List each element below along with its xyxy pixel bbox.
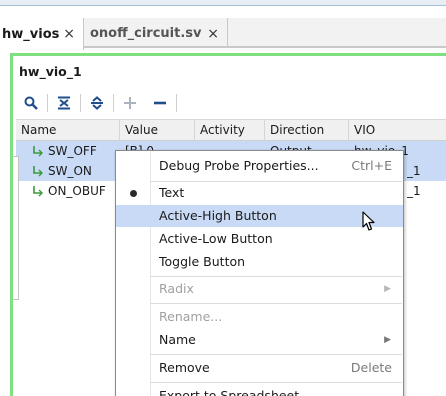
signal-icon (33, 146, 43, 157)
radio-bullet-icon (130, 190, 137, 197)
menu-item-label: Debug Probe Properties... (159, 158, 319, 173)
signal-name-cell: SW_ON (32, 161, 124, 181)
menu-item-name[interactable]: Name ▶ (116, 329, 403, 351)
add-icon[interactable] (115, 91, 145, 115)
menu-item-label: Active-High Button (159, 208, 277, 223)
menu-item-rename[interactable]: Rename... (116, 306, 403, 328)
menu-item-export-to-spreadsheet[interactable]: Export to Spreadsheet... (116, 385, 403, 396)
window-top-strip (0, 0, 446, 6)
close-icon[interactable]: × (63, 26, 75, 42)
menu-item-text[interactable]: Text (116, 182, 403, 204)
tab-hw-vios[interactable]: hw_vios × (0, 18, 84, 50)
menu-item-label: Rename... (159, 309, 223, 324)
table-header: Name Value Activity Direction VIO (16, 119, 446, 142)
signal-name-cell: ON_OBUF (32, 181, 124, 201)
menu-item-label: Export to Spreadsheet... (159, 388, 312, 396)
menu-separator (150, 276, 402, 277)
menu-item-radix[interactable]: Radix ▶ (116, 278, 403, 300)
mouse-cursor-icon (362, 211, 375, 231)
signal-name: ON_OBUF (48, 184, 106, 198)
menu-item-label: Text (159, 185, 185, 200)
menu-item-active-low-button[interactable]: Active-Low Button (116, 228, 403, 250)
submenu-arrow-icon: ▶ (384, 284, 391, 294)
menu-item-remove[interactable]: Remove Delete (116, 357, 403, 379)
vio-cell: _1 (407, 164, 421, 178)
menu-separator (150, 382, 402, 383)
tab-onoff-circuit[interactable]: onoff_circuit.sv × (85, 18, 228, 48)
remove-icon[interactable] (145, 91, 175, 115)
signal-name-cell: SW_OFF (32, 141, 124, 161)
toolbar-separator (47, 94, 48, 112)
menu-item-label: Name (159, 332, 196, 347)
menu-item-label: Remove (159, 360, 210, 375)
signal-icon (33, 166, 43, 177)
context-menu: Debug Probe Properties... Ctrl+E Text Ac… (115, 150, 404, 396)
vio-cell: _1 (407, 184, 421, 198)
menu-item-shortcut: Ctrl+E (351, 158, 392, 173)
signal-icon (33, 186, 43, 197)
signal-name: SW_OFF (48, 144, 97, 158)
tab-label: hw_vios (2, 26, 60, 42)
signal-name: SW_ON (48, 164, 92, 178)
menu-item-active-high-button[interactable]: Active-High Button (116, 205, 403, 227)
tab-bar: hw_vios × onoff_circuit.sv × (0, 18, 446, 50)
menu-item-label: Toggle Button (159, 254, 246, 269)
menu-item-debug-probe-properties[interactable]: Debug Probe Properties... Ctrl+E (116, 155, 403, 177)
column-header-vio[interactable]: VIO (349, 120, 446, 142)
menu-item-label: Active-Low Button (159, 231, 273, 246)
collapse-all-icon[interactable] (49, 91, 79, 115)
search-icon[interactable] (16, 91, 46, 115)
column-header-name[interactable]: Name (16, 120, 120, 142)
menu-separator (150, 303, 402, 304)
close-icon[interactable]: × (207, 26, 219, 42)
toolbar-separator (80, 94, 81, 112)
submenu-arrow-icon: ▶ (384, 335, 391, 345)
tab-label: onoff_circuit.sv (90, 25, 202, 41)
expand-all-icon[interactable] (82, 91, 112, 115)
column-header-value[interactable]: Value (120, 120, 195, 142)
menu-separator (150, 354, 402, 355)
left-pane-edge (13, 156, 19, 300)
toolbar-separator (176, 94, 177, 112)
menu-item-toggle-button[interactable]: Toggle Button (116, 251, 403, 273)
toolbar (16, 90, 178, 116)
column-header-direction[interactable]: Direction (265, 120, 349, 142)
column-header-activity[interactable]: Activity (195, 120, 265, 142)
menu-item-label: Radix (159, 281, 194, 296)
toolbar-separator (113, 94, 114, 112)
menu-item-shortcut: Delete (350, 360, 392, 375)
panel-title: hw_vio_1 (19, 64, 82, 79)
